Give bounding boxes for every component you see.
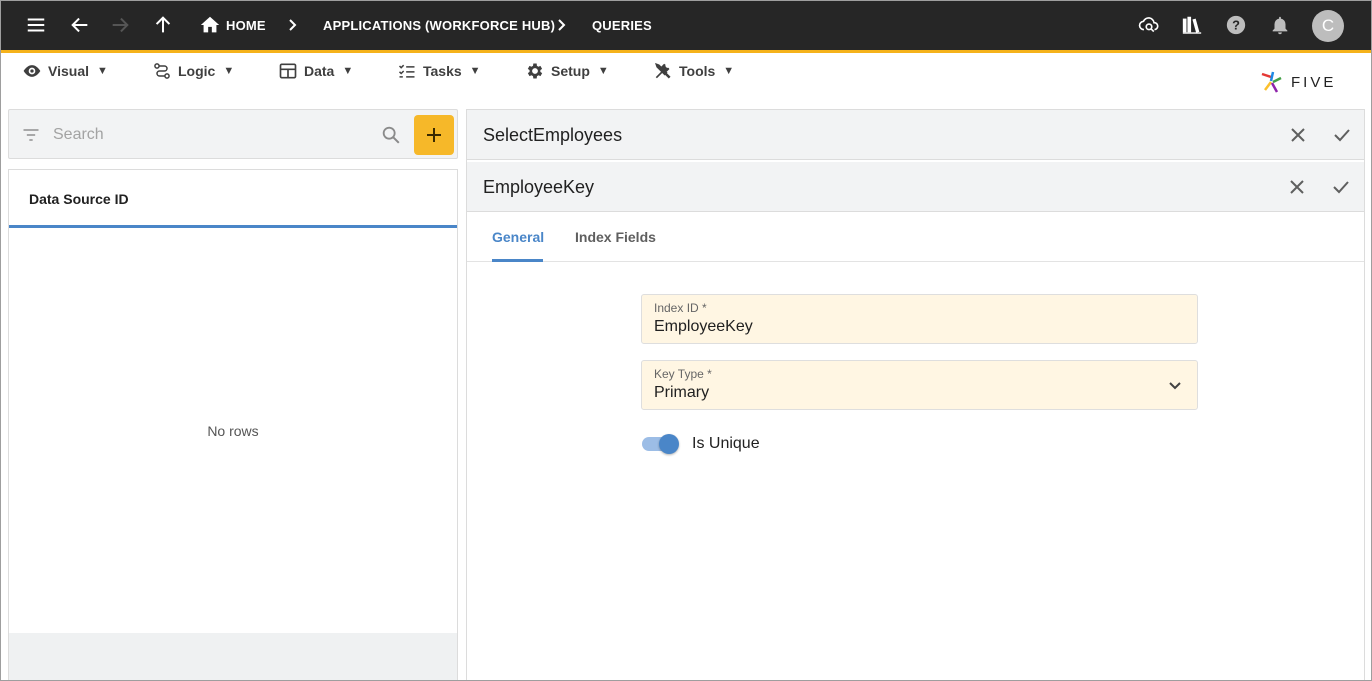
parent-form-header: SelectEmployees (467, 110, 1364, 160)
up-arrow-icon[interactable] (151, 13, 175, 37)
home-icon[interactable] (198, 13, 222, 37)
help-icon[interactable]: ? (1224, 13, 1248, 37)
flow-icon (154, 63, 170, 79)
key-type-select[interactable]: Key Type * Primary (641, 360, 1198, 410)
search-input[interactable] (53, 122, 373, 148)
column-header-data-source-id[interactable]: Data Source ID (29, 191, 129, 207)
menu-data-label: Data (304, 63, 335, 79)
library-icon[interactable] (1180, 13, 1204, 37)
check-icon (1333, 181, 1349, 194)
filter-icon[interactable] (21, 125, 41, 145)
index-id-field[interactable]: Index ID * EmployeeKey (641, 294, 1198, 344)
form-panel: SelectEmployees EmployeeKey General Inde… (466, 109, 1365, 681)
is-unique-toggle[interactable] (642, 434, 680, 454)
forward-arrow-icon[interactable] (108, 13, 132, 37)
chevron-right-icon (289, 19, 297, 31)
record-form-header: EmployeeKey (467, 162, 1364, 212)
avatar[interactable]: C (1312, 10, 1344, 42)
caret-down-icon: ▼ (342, 65, 354, 77)
check-icon (1334, 129, 1350, 142)
menu-visual[interactable]: Visual ▼ (22, 61, 108, 81)
menu-setup-label: Setup (551, 63, 590, 79)
caret-down-icon: ▼ (469, 65, 481, 77)
parent-form-title: SelectEmployees (483, 125, 623, 145)
caret-down-icon: ▼ (97, 65, 108, 77)
logo-text: FIVE (1291, 73, 1337, 91)
key-type-label: Key Type * (654, 367, 712, 381)
menu-tasks[interactable]: Tasks ▼ (397, 61, 481, 81)
breadcrumb-queries[interactable]: QUERIES (592, 18, 652, 33)
caret-down-icon: ▼ (223, 65, 235, 77)
close-icon (1291, 128, 1305, 142)
tab-index-fields[interactable]: Index Fields (575, 229, 656, 245)
bell-icon[interactable] (1268, 13, 1292, 37)
top-bar: HOME APPLICATIONS (WORKFORCE HUB) QUERIE… (0, 0, 1372, 50)
parent-cancel-button[interactable] (1286, 123, 1310, 147)
search-icon[interactable] (380, 124, 402, 146)
menu-icon[interactable] (24, 13, 48, 37)
record-save-button[interactable] (1329, 175, 1353, 199)
empty-state-text: No rows (207, 423, 259, 439)
cloud-search-icon[interactable] (1137, 13, 1161, 37)
menu-bar: Visual ▼ Logic ▼ Data ▼ Tasks ▼ Setup ▼ … (0, 53, 1372, 93)
list-footer (9, 633, 457, 681)
tools-icon (655, 63, 671, 79)
menu-tools[interactable]: Tools ▼ (653, 61, 734, 81)
index-id-value[interactable]: EmployeeKey (654, 318, 753, 336)
parent-save-button[interactable] (1330, 123, 1354, 147)
breadcrumb-home[interactable]: HOME (226, 18, 266, 33)
caret-down-icon: ▼ (723, 65, 735, 77)
key-type-value[interactable]: Primary (654, 384, 709, 402)
menu-logic-label: Logic (178, 63, 216, 79)
tab-general[interactable]: General (492, 229, 544, 245)
record-cancel-button[interactable] (1285, 175, 1309, 199)
index-id-label: Index ID * (654, 301, 707, 315)
menu-setup[interactable]: Setup ▼ (525, 61, 609, 81)
gear-icon (527, 63, 543, 79)
search-bar (8, 109, 458, 159)
table-icon (279, 63, 297, 79)
caret-down-icon: ▼ (597, 65, 609, 77)
is-unique-label: Is Unique (692, 435, 760, 452)
menu-visual-label: Visual (48, 63, 89, 79)
breadcrumb-applications[interactable]: APPLICATIONS (WORKFORCE HUB) (323, 18, 555, 33)
five-logo-mark-icon (1261, 71, 1282, 93)
data-source-list: Data Source ID No rows (8, 169, 458, 681)
menu-tools-label: Tools (679, 63, 716, 79)
toggle-knob (659, 434, 679, 454)
chevron-right-icon (558, 19, 566, 31)
record-form-title: EmployeeKey (483, 177, 595, 197)
chevron-down-icon[interactable] (1165, 376, 1185, 396)
active-tab-indicator (492, 259, 543, 262)
menu-tasks-label: Tasks (423, 63, 462, 79)
menu-logic[interactable]: Logic ▼ (152, 61, 234, 81)
list-header[interactable]: Data Source ID (9, 170, 457, 228)
back-arrow-icon[interactable] (68, 13, 92, 37)
svg-text:?: ? (1232, 18, 1240, 33)
close-icon (1290, 180, 1304, 194)
five-logo: FIVE (1259, 69, 1336, 95)
eye-icon (23, 65, 41, 77)
form-tabs: General Index Fields (467, 212, 1364, 262)
add-button[interactable] (414, 115, 454, 155)
menu-data[interactable]: Data ▼ (278, 61, 353, 81)
checklist-icon (398, 64, 415, 78)
plus-icon (427, 128, 441, 142)
